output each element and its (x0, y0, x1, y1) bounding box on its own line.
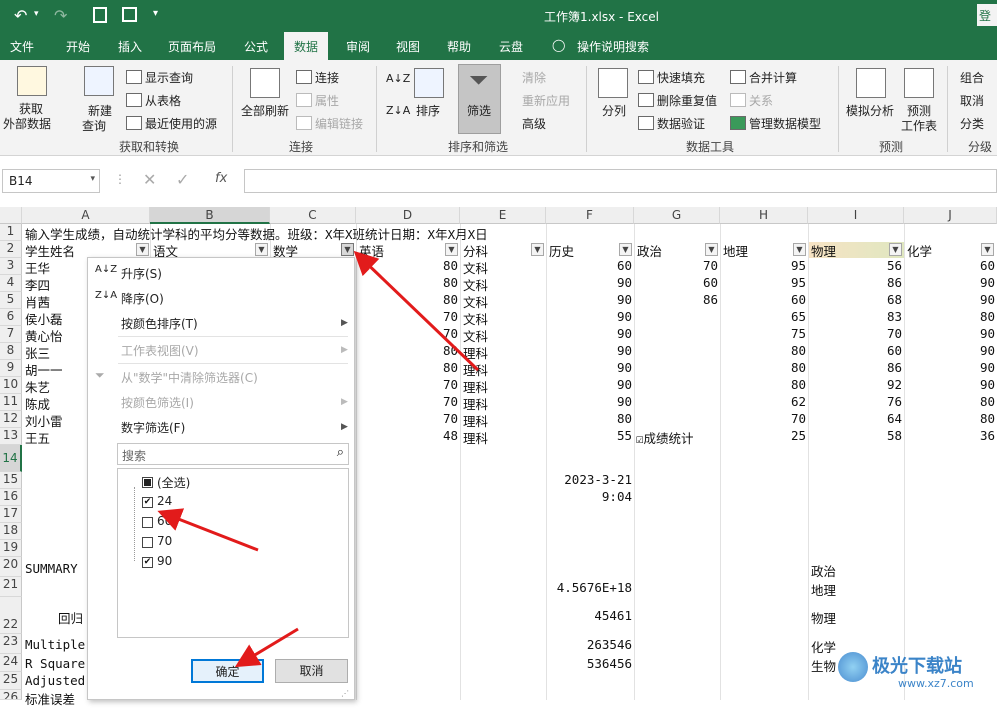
annotation-arrow-ok (234, 627, 299, 668)
annotation-arrow-math-filter (353, 250, 480, 372)
watermark-logo (838, 652, 868, 682)
watermark-url: www.xz7.com (898, 677, 974, 690)
annotation-arrow-checkboxes (157, 508, 259, 552)
annotation-arrows (157, 250, 480, 668)
watermark-text: 极光下载站 (872, 656, 962, 677)
